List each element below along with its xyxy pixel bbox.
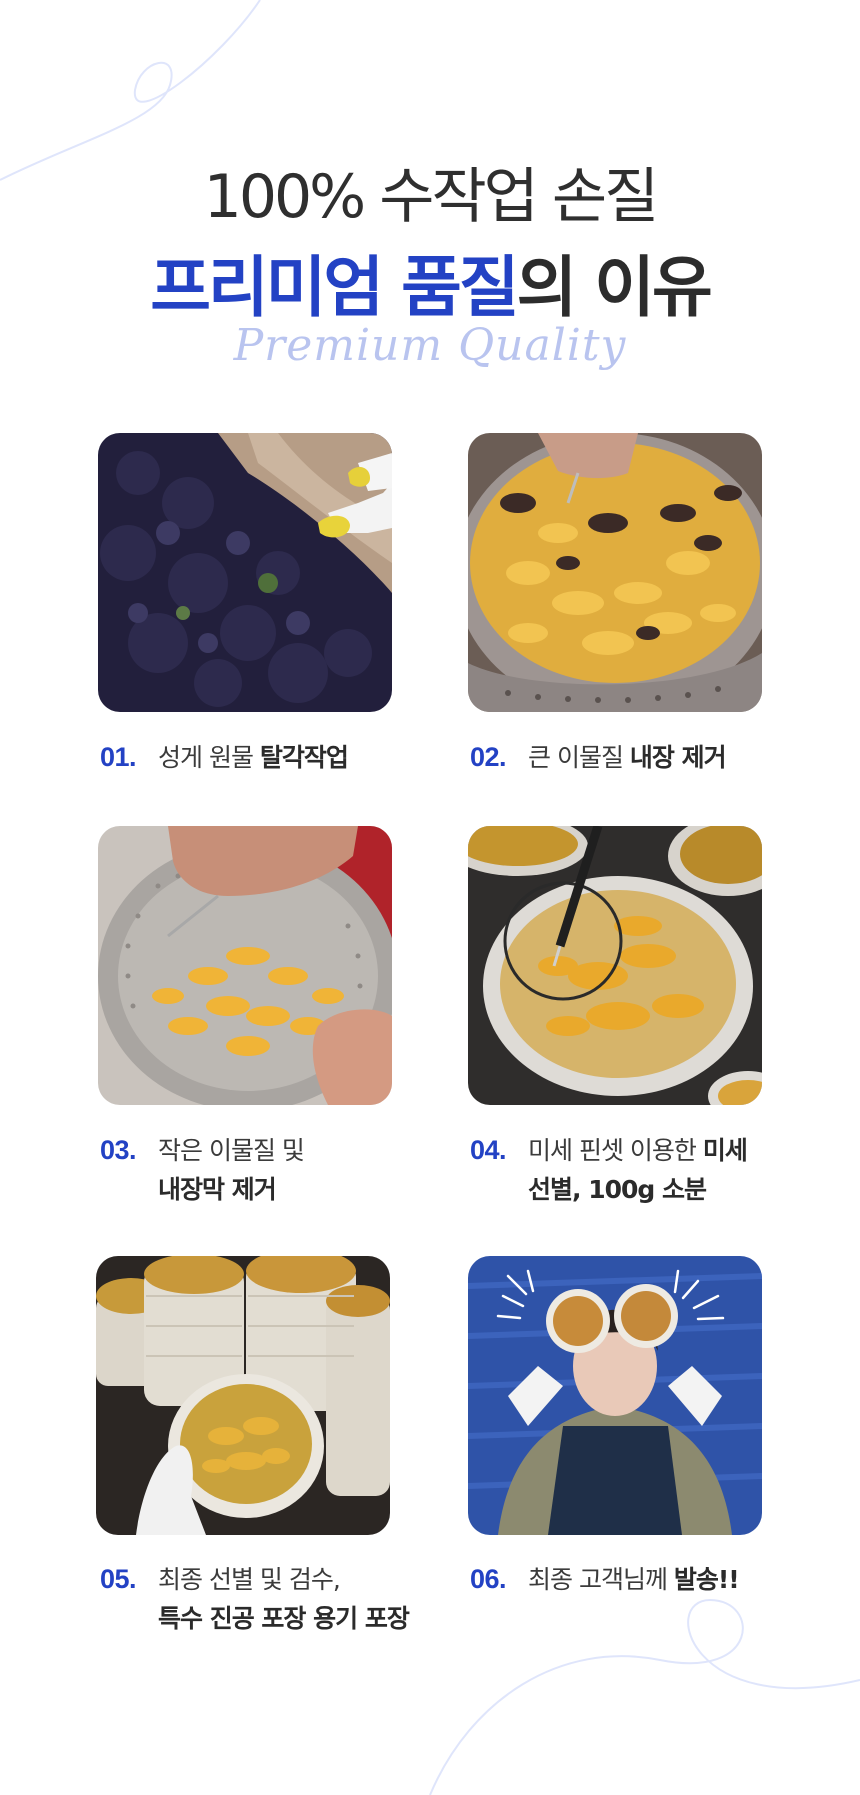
- heading-rest-text: 의 이유: [516, 249, 713, 326]
- step-text-bold: 내장막 제거: [158, 1175, 277, 1204]
- step-text-line2: 선별, 100g 소분: [528, 1175, 707, 1204]
- step-text: 미세 핀셋 이용한: [528, 1136, 703, 1165]
- step-description: 성게 원물 탈각작업: [158, 738, 448, 777]
- step-text-bold: 미세: [702, 1136, 748, 1165]
- step-number: 01.: [100, 742, 137, 772]
- step-text: 큰 이물질: [528, 743, 630, 772]
- heading-accent-text: 프리미엄 품질: [150, 249, 519, 326]
- step-description: 미세 핀셋 이용한 미세 선별, 100g 소분: [528, 1131, 818, 1209]
- step-description: 최종 고객님께 발송!!: [528, 1560, 818, 1599]
- step-text: 성게 원물: [158, 743, 260, 772]
- step-number: 04.: [470, 1135, 507, 1165]
- step-text: 최종 고객님께: [528, 1565, 674, 1594]
- step-text-bold: 내장 제거: [629, 743, 727, 772]
- step-text-bold: 특수 진공 포장 용기 포장: [158, 1604, 410, 1633]
- packed-containers-photo: [96, 1256, 390, 1535]
- step-number: 05.: [100, 1564, 137, 1594]
- step-description: 큰 이물질 내장 제거: [528, 738, 818, 777]
- step-number: 06.: [470, 1564, 507, 1594]
- step-number: 03.: [100, 1135, 137, 1165]
- step-description: 최종 선별 및 검수, 특수 진공 포장 용기 포장: [158, 1560, 448, 1638]
- step-text-bold: 발송!!: [673, 1565, 740, 1594]
- sea-urchins-on-shore-photo: [98, 433, 392, 712]
- product-detail-page: 100% 수작업 손질 프리미엄 품질의 이유 Premium Quality: [0, 0, 860, 1795]
- cleaning-roe-strainer-photo: [98, 826, 392, 1105]
- step-text: 작은 이물질 및: [158, 1136, 305, 1165]
- urchin-roe-in-strainer-photo: [468, 433, 762, 712]
- step-number: 02.: [470, 742, 507, 772]
- tweezers-sorting-roe-photo: [468, 826, 762, 1105]
- step-text-bold: 탈각작업: [259, 743, 349, 772]
- worker-holding-containers-photo: [468, 1256, 762, 1535]
- step-text: 최종 선별 및 검수,: [158, 1565, 341, 1594]
- heading-line-1: 100% 수작업 손질: [203, 162, 660, 232]
- premium-quality-script: Premium Quality: [233, 320, 627, 371]
- step-description: 작은 이물질 및 내장막 제거: [158, 1131, 448, 1209]
- heading-line-2: 프리미엄 품질의 이유: [0, 250, 860, 326]
